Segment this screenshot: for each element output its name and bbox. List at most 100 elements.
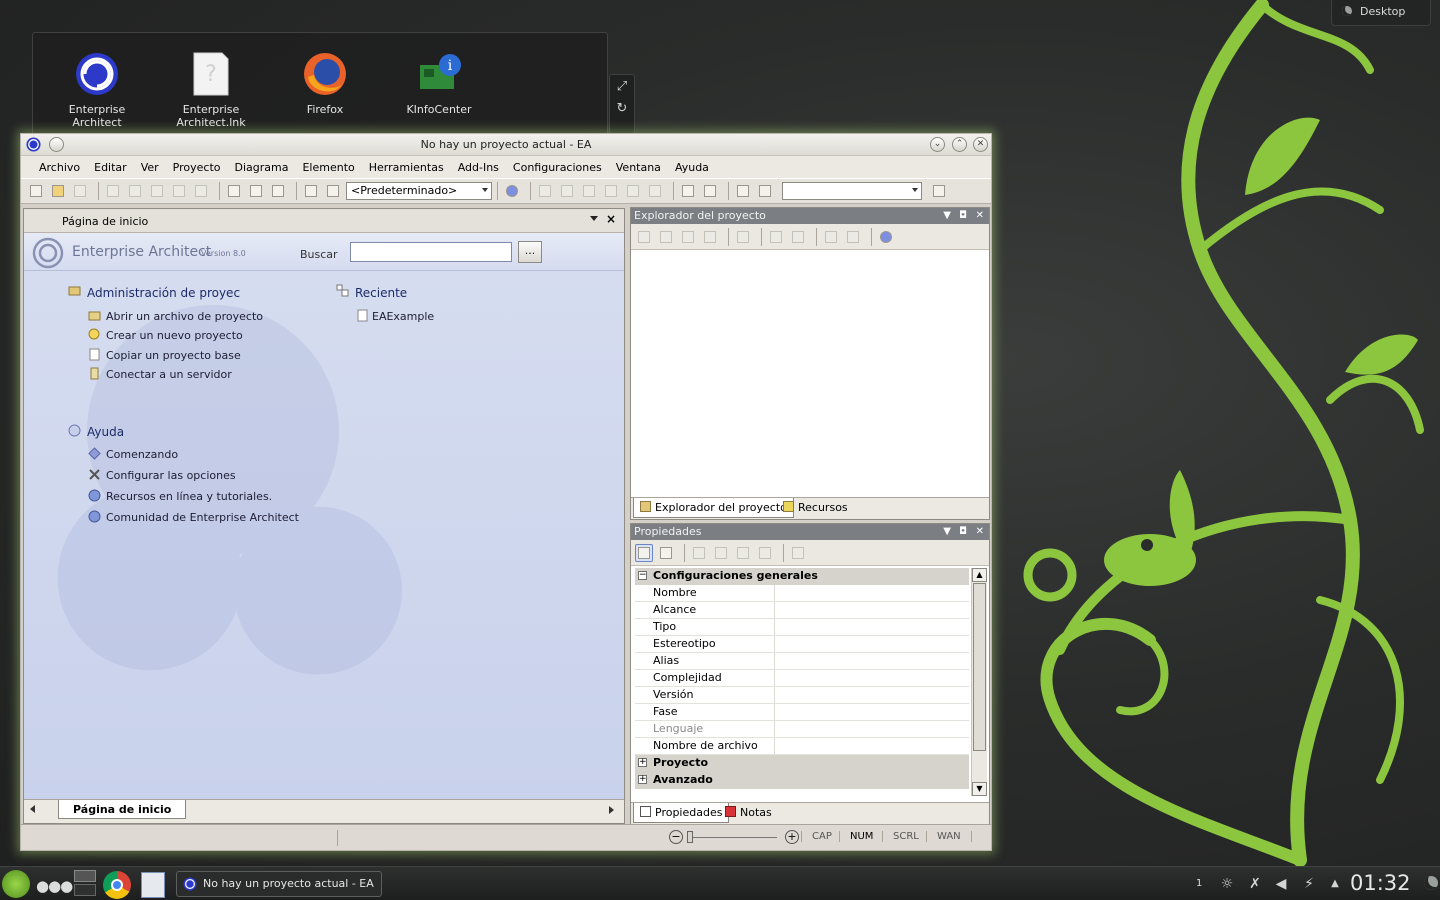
menu-diagrama[interactable]: Diagrama	[235, 161, 289, 174]
kickoff-menu-icon[interactable]	[2, 870, 30, 898]
note-icon[interactable]	[580, 182, 598, 200]
undo-icon[interactable]	[170, 182, 188, 200]
tab-properties[interactable]: Propiedades	[633, 803, 730, 823]
search-input[interactable]	[350, 242, 512, 262]
more-dots-icon[interactable]: ●●●	[36, 877, 73, 895]
group-general[interactable]: − Configuraciones generales	[635, 568, 969, 585]
categorized-icon[interactable]	[635, 543, 653, 562]
property-row[interactable]: Versión	[635, 687, 969, 704]
print-icon[interactable]	[269, 182, 287, 200]
desktop-icon-ea[interactable]: Enterprise Architect	[55, 51, 139, 129]
menu-ver[interactable]: Ver	[141, 161, 159, 174]
workspace-combo[interactable]: <Predeterminado>	[346, 182, 492, 200]
property-value[interactable]	[775, 704, 969, 720]
close-icon[interactable]: ×	[606, 212, 616, 226]
desktop-icon-ea-lnk[interactable]: ? Enterprise Architect.lnk	[169, 51, 253, 129]
close-icon[interactable]: ✕	[976, 208, 984, 223]
property-value[interactable]	[775, 653, 969, 669]
close-icon[interactable]: ✕	[976, 524, 984, 539]
save-icon[interactable]	[71, 182, 89, 200]
window-titlebar[interactable]: No hay un proyecto actual - EA ⌄ ⌃ ✕	[21, 134, 991, 156]
new-view-icon[interactable]	[657, 228, 675, 246]
scroll-up-icon[interactable]: ▲	[972, 568, 987, 582]
property-row[interactable]: Alcance	[635, 602, 969, 619]
page-setup-icon[interactable]	[247, 182, 265, 200]
zoom-out-icon[interactable]: −	[669, 830, 683, 844]
expand-icon[interactable]: +	[638, 758, 647, 767]
link-online-resources[interactable]: Recursos en línea y tutoriales.	[106, 490, 272, 503]
help-icon[interactable]	[877, 228, 895, 246]
link-icon[interactable]	[701, 182, 719, 200]
task-ea-window[interactable]: No hay un proyecto actual - EA	[176, 871, 382, 897]
menu-configuraciones[interactable]: Configuraciones	[513, 161, 602, 174]
tab-project-explorer[interactable]: Explorador del proyecto	[633, 498, 794, 518]
property-value[interactable]	[775, 585, 969, 601]
tagged-value-icon[interactable]	[690, 544, 708, 562]
search-icon[interactable]	[324, 182, 342, 200]
scroll-left-icon[interactable]	[30, 805, 35, 813]
recent-item[interactable]: EAExample	[372, 310, 434, 323]
glasses-icon[interactable]	[789, 544, 807, 562]
project-tree[interactable]	[631, 250, 989, 497]
chrome-icon[interactable]	[103, 871, 131, 899]
link-copy-base-project[interactable]: Copiar un proyecto base	[106, 349, 241, 362]
text-icon[interactable]	[602, 182, 620, 200]
property-value[interactable]	[775, 602, 969, 618]
new-diagram-icon[interactable]	[701, 228, 719, 246]
desktop-icon-kinfocenter[interactable]: i KInfoCenter	[397, 51, 481, 116]
expand-icon[interactable]: +	[638, 775, 647, 784]
group-advanced[interactable]: + Avanzado	[635, 772, 969, 789]
cut-icon[interactable]	[104, 182, 122, 200]
tray-expand-icon[interactable]: ▲	[1326, 875, 1344, 893]
image-icon[interactable]	[756, 182, 774, 200]
panel-dropdown-icon[interactable]	[590, 216, 598, 221]
align-icon[interactable]	[646, 182, 664, 200]
pager-icon[interactable]	[74, 870, 96, 898]
package-control-icon[interactable]	[789, 228, 807, 246]
move-up-icon[interactable]	[822, 228, 840, 246]
tab-start-page[interactable]: Página de inicio	[58, 800, 187, 819]
collapse-icon[interactable]: −	[638, 571, 647, 580]
link-new-project[interactable]: Crear un nuevo proyecto	[106, 329, 243, 342]
layout-icon[interactable]	[734, 182, 752, 200]
plasma-icon[interactable]	[1424, 876, 1438, 890]
search-button[interactable]: ...	[518, 241, 542, 263]
diagram-icon[interactable]	[558, 182, 576, 200]
link-configure-options[interactable]: Configurar las opciones	[106, 469, 236, 482]
edit-icon[interactable]	[767, 228, 785, 246]
property-value[interactable]	[775, 738, 969, 754]
boundary-icon[interactable]	[624, 182, 642, 200]
new-project-icon[interactable]	[27, 182, 45, 200]
volume-icon[interactable]: ◀	[1272, 875, 1290, 893]
panel-dropdown-icon[interactable]: ▼	[943, 208, 951, 223]
desktop-toolbox[interactable]: Desktop	[1331, 0, 1431, 26]
property-row[interactable]: Fase	[635, 704, 969, 721]
secondary-combo[interactable]	[782, 182, 922, 200]
maximize-button[interactable]: ⌃	[952, 137, 967, 152]
clock[interactable]: 01:32	[1350, 871, 1411, 895]
element-icon[interactable]	[536, 182, 554, 200]
scroll-down-icon[interactable]: ▼	[972, 782, 987, 796]
menu-herramientas[interactable]: Herramientas	[369, 161, 444, 174]
link-open-project[interactable]: Abrir un archivo de proyecto	[106, 310, 263, 323]
scroll-right-icon[interactable]	[609, 806, 614, 814]
rotate-icon[interactable]: ↻	[612, 101, 632, 119]
desktop-icon-firefox[interactable]: Firefox	[283, 51, 367, 116]
zoom-in-icon[interactable]: +	[785, 830, 799, 844]
move-down-icon[interactable]	[844, 228, 862, 246]
link-connect-server[interactable]: Conectar a un servidor	[106, 368, 232, 381]
pin-icon[interactable]: ◘	[959, 208, 967, 223]
minimize-button[interactable]: ⌄	[930, 137, 945, 152]
tab-notes[interactable]: Notas	[719, 803, 778, 823]
property-value[interactable]	[775, 670, 969, 686]
desktop-2[interactable]	[74, 884, 96, 896]
copy-icon[interactable]	[126, 182, 144, 200]
group-project[interactable]: + Proyecto	[635, 755, 969, 772]
scrollbar-thumb[interactable]	[973, 583, 986, 751]
sort-alpha-icon[interactable]	[657, 544, 675, 562]
menu-add-ins[interactable]: Add-Ins	[458, 161, 499, 174]
menu-proyecto[interactable]: Proyecto	[173, 161, 221, 174]
bug-icon[interactable]: ☼	[1218, 875, 1236, 893]
help-icon[interactable]	[503, 182, 521, 200]
property-row[interactable]: Tipo	[635, 619, 969, 636]
